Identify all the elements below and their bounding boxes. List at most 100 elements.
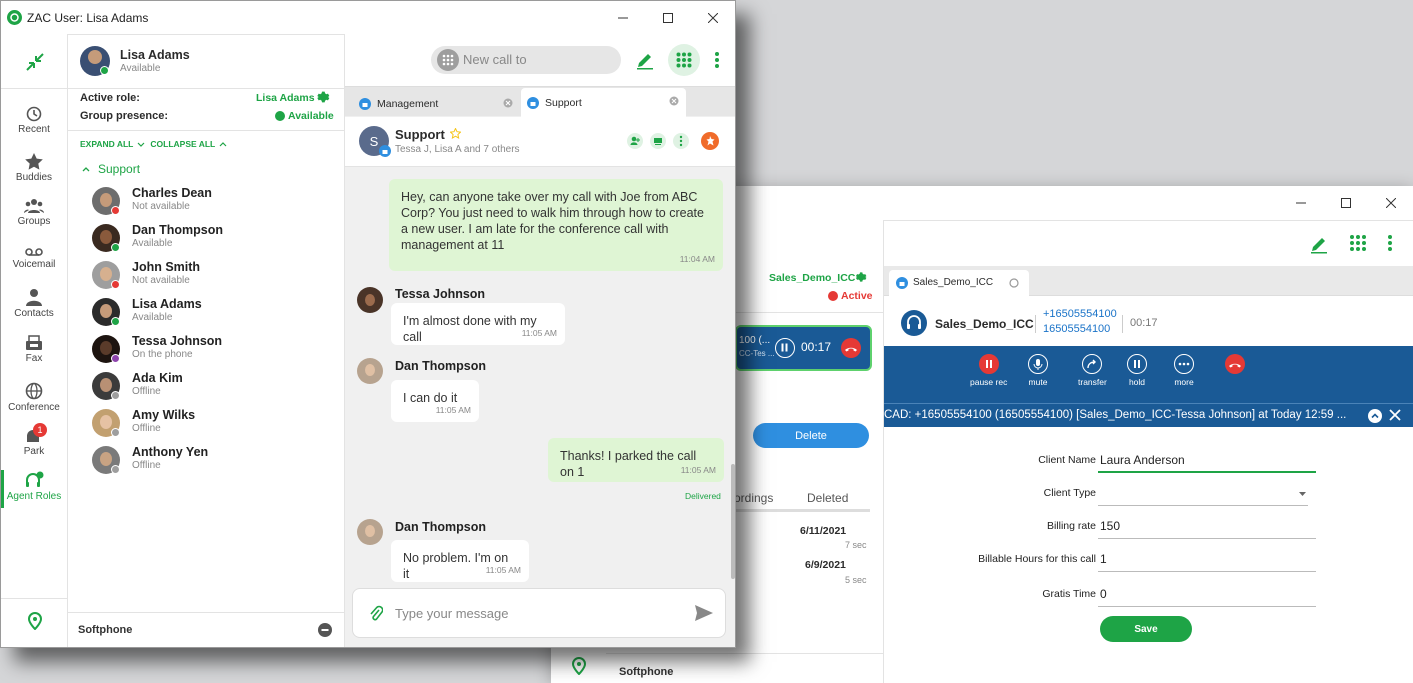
contact-item[interactable]: Charles Dean Not available — [92, 185, 332, 221]
tab-sales-demo-icc[interactable]: Sales_Demo_ICC — [889, 270, 1029, 296]
minimize-button[interactable] — [1278, 186, 1323, 219]
tab-support[interactable]: Support — [521, 88, 686, 117]
contact-item[interactable]: Lisa Adams Available — [92, 296, 332, 332]
tab-close-icon[interactable] — [1009, 278, 1019, 288]
globe-icon — [25, 382, 43, 400]
nav-label: Agent Roles — [6, 491, 62, 502]
contact-item[interactable]: Anthony Yen Offline — [92, 444, 332, 480]
nav-recent[interactable]: Recent — [1, 106, 67, 135]
maximize-button[interactable] — [645, 1, 690, 34]
tab-deleted[interactable]: Deleted — [807, 491, 848, 505]
group-presence-value[interactable]: Available — [275, 110, 334, 122]
minus-circle-icon[interactable] — [318, 623, 332, 637]
mini-hold-button[interactable] — [775, 338, 795, 358]
close-icon[interactable] — [1389, 409, 1401, 421]
tab-close-icon[interactable] — [669, 96, 679, 106]
mini-call-widget[interactable]: 100 (... CC-Tes ... 00:17 — [735, 325, 872, 371]
chat-more-button[interactable] — [673, 133, 689, 149]
transfer-button[interactable]: transfer — [1078, 354, 1107, 387]
nav-groups[interactable]: Groups — [1, 198, 67, 227]
minimize-view-icon[interactable] — [25, 52, 45, 72]
more-vert-icon[interactable] — [1387, 234, 1393, 252]
status-icon — [828, 291, 838, 301]
expand-all-button[interactable]: EXPAND ALL — [80, 139, 133, 149]
window-title: ZAC User: Lisa Adams — [27, 10, 149, 25]
tab-recordings[interactable]: ordings — [734, 491, 773, 505]
contact-item[interactable]: Dan Thompson Available — [92, 222, 332, 258]
mini-call-role: CC-Tes ... — [739, 349, 775, 358]
user-avatar[interactable] — [80, 46, 110, 76]
nav-contacts[interactable]: Contacts — [1, 288, 67, 319]
share-screen-button[interactable] — [650, 133, 666, 149]
tab-close-icon[interactable] — [503, 98, 513, 108]
more-icon — [1178, 362, 1190, 366]
avatar — [92, 335, 120, 363]
pin-button[interactable] — [701, 132, 719, 150]
hangup-button[interactable] — [1225, 354, 1245, 374]
contact-item[interactable]: Ada Kim Offline — [92, 370, 332, 406]
collapse-icon[interactable] — [1368, 409, 1382, 423]
nav-conference[interactable]: Conference — [1, 382, 67, 413]
maximize-button[interactable] — [1323, 186, 1368, 219]
group-name: Support — [98, 162, 141, 176]
active-role-value[interactable]: Lisa Adams — [256, 92, 315, 104]
gear-icon[interactable] — [314, 89, 330, 105]
scrollbar[interactable] — [731, 464, 735, 579]
form-row-gratis-time: Gratis Time 0 — [884, 582, 1413, 610]
nav-agent-roles[interactable]: Agent Roles — [1, 471, 67, 502]
close-button[interactable] — [690, 1, 735, 34]
nav-rail: Recent Buddies Groups Voicemail Contacts… — [1, 34, 68, 647]
nav-voicemail[interactable]: Voicemail — [1, 247, 67, 270]
location-icon[interactable] — [571, 657, 587, 675]
billable-hours-input[interactable]: 1 — [1098, 550, 1316, 572]
contact-name: Charles Dean — [132, 186, 212, 200]
compose-icon[interactable] — [635, 50, 655, 70]
presence-dot — [111, 280, 120, 289]
active-role-value[interactable]: Sales_Demo_ICC — [769, 272, 855, 284]
contact-item[interactable]: John Smith Not available — [92, 259, 332, 295]
role-status-text: Active — [841, 290, 873, 302]
delete-button[interactable]: Delete — [753, 423, 869, 448]
contact-item[interactable]: Amy Wilks Offline — [92, 407, 332, 443]
minimize-button[interactable] — [600, 1, 645, 34]
mute-button[interactable]: mute — [1028, 354, 1048, 387]
caller-number-alt[interactable]: 16505554100 — [1043, 323, 1110, 335]
recording-duration: 7 sec — [845, 540, 867, 550]
presence-dot — [111, 354, 120, 363]
more-vert-icon[interactable] — [714, 51, 720, 69]
more-button[interactable]: more — [1174, 354, 1194, 387]
nav-buddies[interactable]: Buddies — [1, 153, 67, 183]
close-button[interactable] — [1368, 186, 1413, 219]
star-icon — [25, 153, 43, 170]
dialpad-icon[interactable] — [1349, 234, 1367, 252]
new-call-input[interactable]: New call to — [431, 46, 621, 74]
add-person-icon — [630, 136, 640, 145]
nav-park[interactable]: 1 Park — [1, 423, 67, 457]
gratis-time-input[interactable]: 0 — [1098, 585, 1316, 607]
save-button[interactable]: Save — [1100, 616, 1192, 642]
more-vert-icon — [679, 135, 683, 147]
client-type-select[interactable] — [1098, 484, 1308, 506]
nav-fax[interactable]: Fax — [1, 335, 67, 364]
mini-hangup-button[interactable] — [841, 338, 861, 358]
star-outline-icon[interactable] — [450, 128, 461, 139]
form-row-client-type: Client Type — [884, 481, 1413, 509]
add-member-button[interactable] — [627, 133, 643, 149]
client-name-input[interactable]: Laura Anderson — [1098, 451, 1316, 473]
chevron-down-icon[interactable] — [1299, 492, 1306, 496]
paperclip-icon[interactable] — [369, 605, 383, 622]
caller-number[interactable]: +16505554100 — [1043, 308, 1117, 320]
collapse-all-button[interactable]: COLLAPSE ALL — [150, 139, 215, 149]
contact-item[interactable]: Tessa Johnson On the phone — [92, 333, 332, 369]
message-composer[interactable]: Type your message — [352, 588, 726, 638]
compose-icon[interactable] — [1309, 234, 1329, 254]
dialpad-button[interactable] — [668, 44, 700, 76]
group-header-support[interactable]: Support — [82, 162, 140, 176]
gear-icon[interactable] — [853, 270, 867, 284]
pause-rec-button[interactable]: pause rec — [970, 354, 1007, 387]
billing-rate-input[interactable]: 150 — [1098, 517, 1316, 539]
location-icon[interactable] — [27, 612, 43, 630]
send-icon[interactable] — [695, 605, 713, 621]
tab-management[interactable]: Management — [353, 92, 521, 116]
hold-button[interactable]: hold — [1127, 354, 1147, 387]
